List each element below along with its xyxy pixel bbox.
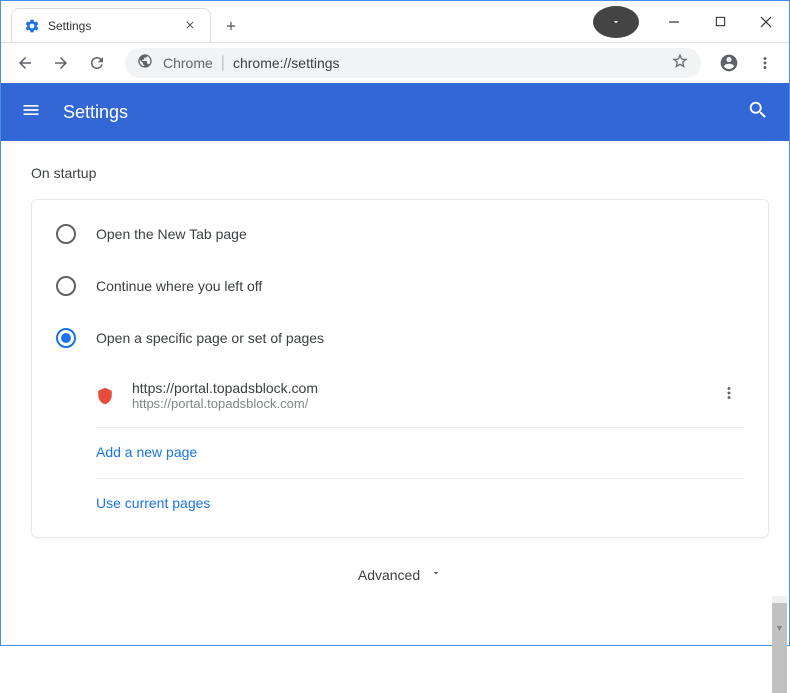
page-url: https://portal.topadsblock.com/ bbox=[132, 396, 714, 411]
header-title: Settings bbox=[63, 102, 128, 123]
advanced-label: Advanced bbox=[358, 567, 420, 583]
back-button[interactable] bbox=[9, 47, 41, 79]
radio-continue[interactable]: Continue where you left off bbox=[32, 260, 768, 312]
incognito-icon[interactable] bbox=[593, 6, 639, 38]
gear-icon bbox=[24, 18, 40, 34]
add-page-row[interactable]: Add a new page bbox=[96, 428, 744, 479]
chevron-down-icon bbox=[430, 566, 442, 584]
profile-button[interactable] bbox=[713, 47, 745, 79]
new-tab-button[interactable] bbox=[217, 12, 245, 40]
section-title: On startup bbox=[31, 165, 769, 181]
address-bar[interactable]: Chrome | chrome://settings bbox=[125, 48, 701, 78]
radio-label: Open the New Tab page bbox=[96, 226, 247, 242]
minimize-button[interactable] bbox=[651, 6, 697, 38]
radio-icon bbox=[56, 328, 76, 348]
globe-icon bbox=[137, 53, 153, 74]
titlebar: Settings bbox=[1, 1, 789, 43]
browser-tab[interactable]: Settings bbox=[11, 8, 211, 42]
url-prefix: Chrome bbox=[163, 55, 213, 71]
use-current-link[interactable]: Use current pages bbox=[96, 495, 210, 511]
radio-label: Continue where you left off bbox=[96, 278, 262, 294]
url-text: chrome://settings bbox=[233, 55, 340, 71]
maximize-button[interactable] bbox=[697, 6, 743, 38]
radio-new-tab[interactable]: Open the New Tab page bbox=[32, 208, 768, 260]
startup-card: Open the New Tab page Continue where you… bbox=[31, 199, 769, 538]
close-window-button[interactable] bbox=[743, 6, 789, 38]
hamburger-icon[interactable] bbox=[21, 100, 41, 125]
more-icon[interactable] bbox=[714, 378, 744, 413]
page-title: https://portal.topadsblock.com bbox=[132, 380, 714, 396]
radio-specific-page[interactable]: Open a specific page or set of pages bbox=[32, 312, 768, 364]
use-current-row[interactable]: Use current pages bbox=[96, 479, 744, 529]
radio-icon bbox=[56, 276, 76, 296]
shield-icon bbox=[96, 387, 114, 405]
radio-label: Open a specific page or set of pages bbox=[96, 330, 324, 346]
forward-button[interactable] bbox=[45, 47, 77, 79]
radio-icon bbox=[56, 224, 76, 244]
url-separator: | bbox=[221, 54, 225, 72]
search-icon[interactable] bbox=[747, 99, 769, 126]
tab-title: Settings bbox=[48, 19, 184, 33]
add-page-link[interactable]: Add a new page bbox=[96, 444, 197, 460]
startup-page-entry: https://portal.topadsblock.com https://p… bbox=[96, 364, 744, 428]
menu-button[interactable] bbox=[749, 47, 781, 79]
settings-header: Settings bbox=[1, 83, 789, 141]
browser-toolbar: Chrome | chrome://settings bbox=[1, 43, 789, 83]
reload-button[interactable] bbox=[81, 47, 113, 79]
close-icon[interactable] bbox=[184, 18, 200, 34]
advanced-toggle[interactable]: Advanced bbox=[31, 538, 769, 596]
star-icon[interactable] bbox=[671, 52, 689, 75]
